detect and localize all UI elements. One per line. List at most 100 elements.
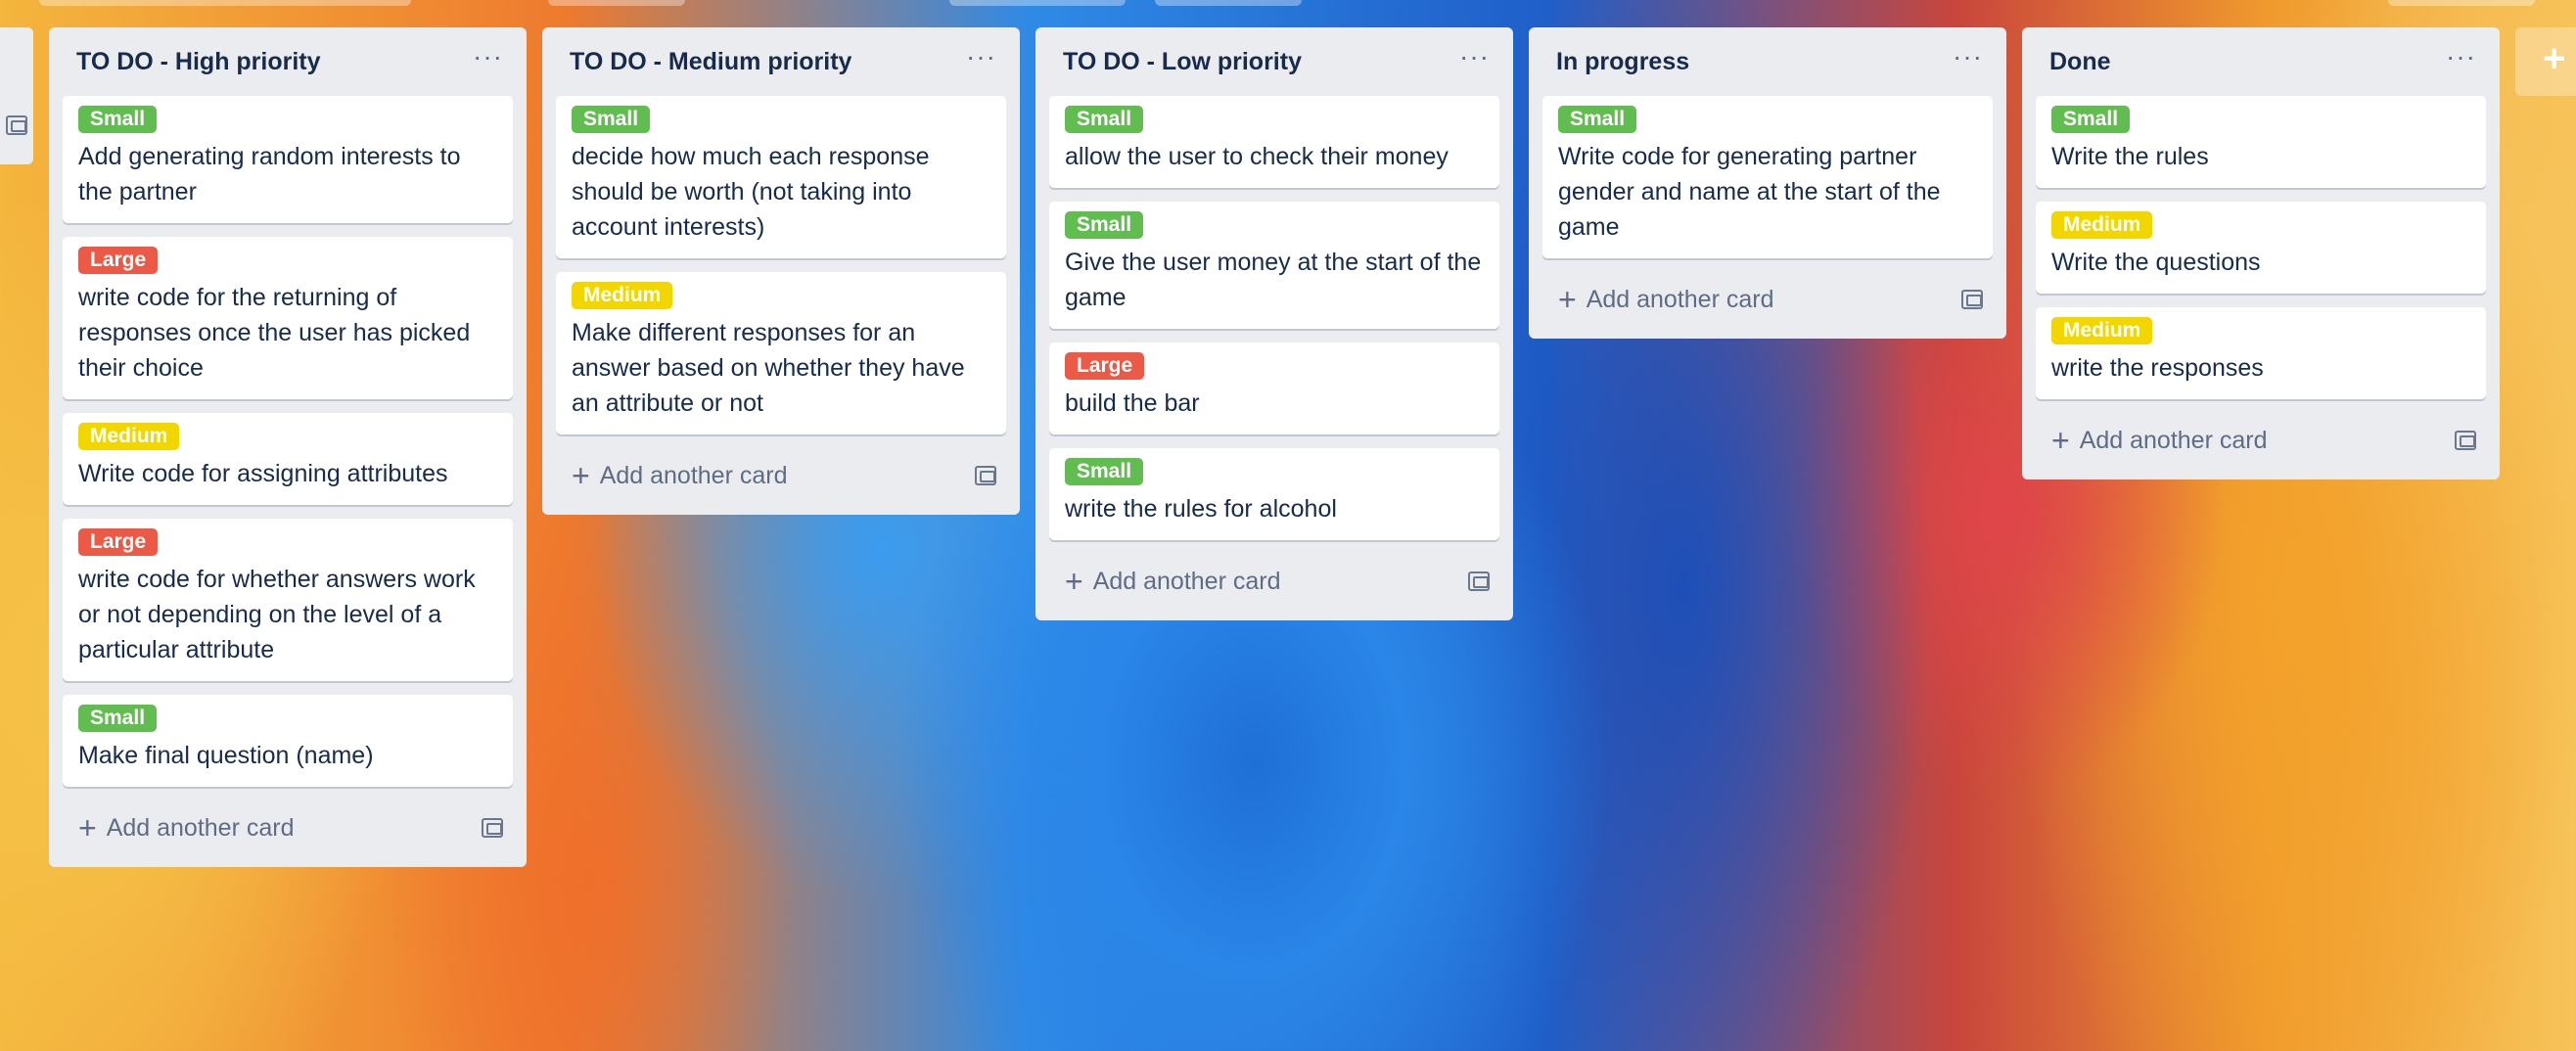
card-title: Add generating random interests to the p… (78, 143, 461, 206)
card-template-icon[interactable] (1468, 571, 1490, 591)
card-title: Write the questions (2051, 249, 2261, 276)
add-card-label: Add another card (1092, 567, 1281, 595)
top-bar-fragment (949, 0, 1126, 6)
plus-icon: + (2051, 423, 2070, 458)
add-card-label: Add another card (1586, 285, 1774, 313)
list-header: Done ··· (2036, 27, 2486, 96)
offscreen-list-edge[interactable] (0, 27, 33, 164)
plus-icon: + (78, 810, 97, 845)
list-header: TO DO - Medium priority ··· (556, 27, 1006, 96)
add-card-button[interactable]: + Add another card (1558, 284, 1773, 315)
card-title: Write the rules (2051, 143, 2209, 170)
list-title[interactable]: Done (2049, 48, 2111, 76)
card-title: write code for whether answers work or n… (78, 566, 476, 663)
top-bar-fragment (2388, 0, 2535, 6)
card-title: Write code for assigning attributes (78, 460, 448, 487)
add-card-label: Add another card (599, 461, 788, 489)
card[interactable]: Small Write the rules (2036, 96, 2486, 188)
list-in-progress: In progress ··· Small Write code for gen… (1529, 27, 2006, 339)
card-title: build the bar (1065, 389, 1200, 417)
top-bar-fragment (39, 0, 411, 6)
list-title[interactable]: TO DO - Low priority (1063, 48, 1302, 76)
list-todo-medium: TO DO - Medium priority ··· Small decide… (542, 27, 1020, 515)
size-label[interactable]: Small (1065, 211, 1144, 239)
size-label[interactable]: Medium (78, 423, 180, 450)
size-label[interactable]: Large (78, 528, 159, 556)
card[interactable]: Medium Make different responses for an a… (556, 272, 1006, 434)
add-card-button[interactable]: + Add another card (78, 812, 294, 844)
card[interactable]: Small allow the user to check their mone… (1049, 96, 1499, 188)
card-template-icon[interactable] (2455, 431, 2476, 450)
card-title: write the rules for alcohol (1065, 495, 1337, 523)
size-label[interactable]: Large (78, 247, 159, 274)
list-menu-icon[interactable]: ··· (960, 43, 1002, 80)
card[interactable]: Small write the rules for alcohol (1049, 448, 1499, 540)
list-header: In progress ··· (1542, 27, 1993, 96)
size-label[interactable]: Small (1065, 458, 1144, 485)
list-todo-low: TO DO - Low priority ··· Small allow the… (1035, 27, 1513, 620)
plus-icon: + (1558, 282, 1577, 317)
size-label[interactable]: Small (572, 106, 651, 133)
card[interactable]: Small decide how much each response shou… (556, 96, 1006, 258)
list-menu-icon[interactable]: ··· (2440, 43, 2482, 80)
add-list-plus-icon: + (2543, 37, 2566, 80)
card[interactable]: Small Add generating random interests to… (63, 96, 513, 223)
list-menu-icon[interactable]: ··· (1947, 43, 1989, 80)
list-header: TO DO - Low priority ··· (1049, 27, 1499, 96)
add-list-button[interactable]: + (2515, 27, 2576, 96)
card-title: Make final question (name) (78, 742, 374, 769)
plus-icon: + (572, 458, 590, 493)
card[interactable]: Small Give the user money at the start o… (1049, 202, 1499, 329)
list-title[interactable]: TO DO - Medium priority (570, 48, 851, 76)
list-menu-icon[interactable]: ··· (467, 43, 509, 80)
list-title[interactable]: TO DO - High priority (76, 48, 321, 76)
list-done: Done ··· Small Write the rules Medium Wr… (2022, 27, 2500, 480)
top-bar-fragment (548, 0, 685, 6)
card[interactable]: Medium write the responses (2036, 307, 2486, 399)
list-todo-high: TO DO - High priority ··· Small Add gene… (49, 27, 527, 867)
card[interactable]: Large write code for whether answers wor… (63, 519, 513, 681)
card-title: Make different responses for an answer b… (572, 319, 965, 417)
size-label[interactable]: Medium (2051, 211, 2153, 239)
card-title: write the responses (2051, 354, 2264, 382)
size-label[interactable]: Small (78, 106, 158, 133)
size-label[interactable]: Medium (2051, 317, 2153, 344)
card-title: Write code for generating partner gender… (1558, 143, 1941, 241)
add-card-button[interactable]: + Add another card (2051, 425, 2267, 456)
card-template-icon[interactable] (975, 466, 996, 485)
size-label[interactable]: Medium (572, 282, 673, 309)
card-title: allow the user to check their money (1065, 143, 1449, 170)
card[interactable]: Medium Write the questions (2036, 202, 2486, 294)
size-label[interactable]: Small (1558, 106, 1637, 133)
add-card-row: + Add another card (1542, 272, 1993, 327)
add-card-row: + Add another card (2036, 413, 2486, 468)
list-title[interactable]: In progress (1556, 48, 1689, 76)
card-template-icon[interactable] (6, 115, 27, 135)
board: TO DO - High priority ··· Small Add gene… (0, 0, 2576, 1051)
list-menu-icon[interactable]: ··· (1453, 43, 1495, 80)
plus-icon: + (1065, 564, 1083, 599)
card-template-icon[interactable] (482, 818, 503, 838)
card[interactable]: Small Write code for generating partner … (1542, 96, 1993, 258)
size-label[interactable]: Small (2051, 106, 2131, 133)
add-card-label: Add another card (2079, 426, 2268, 454)
size-label[interactable]: Small (78, 705, 158, 732)
card-template-icon[interactable] (1961, 290, 1983, 309)
card-title: Give the user money at the start of the … (1065, 249, 1482, 311)
card[interactable]: Small Make final question (name) (63, 695, 513, 787)
add-card-button[interactable]: + Add another card (1065, 566, 1280, 597)
card-title: write code for the returning of response… (78, 284, 471, 382)
top-bar-fragment (1155, 0, 1302, 6)
card[interactable]: Large build the bar (1049, 343, 1499, 434)
card-title: decide how much each response should be … (572, 143, 930, 241)
add-card-row: + Add another card (63, 800, 513, 855)
size-label[interactable]: Large (1065, 352, 1145, 380)
add-card-label: Add another card (106, 813, 295, 842)
card[interactable]: Medium Write code for assigning attribut… (63, 413, 513, 505)
add-card-row: + Add another card (556, 448, 1006, 503)
card[interactable]: Large write code for the returning of re… (63, 237, 513, 399)
add-card-row: + Add another card (1049, 554, 1499, 609)
add-card-button[interactable]: + Add another card (572, 460, 787, 491)
list-header: TO DO - High priority ··· (63, 27, 513, 96)
size-label[interactable]: Small (1065, 106, 1144, 133)
